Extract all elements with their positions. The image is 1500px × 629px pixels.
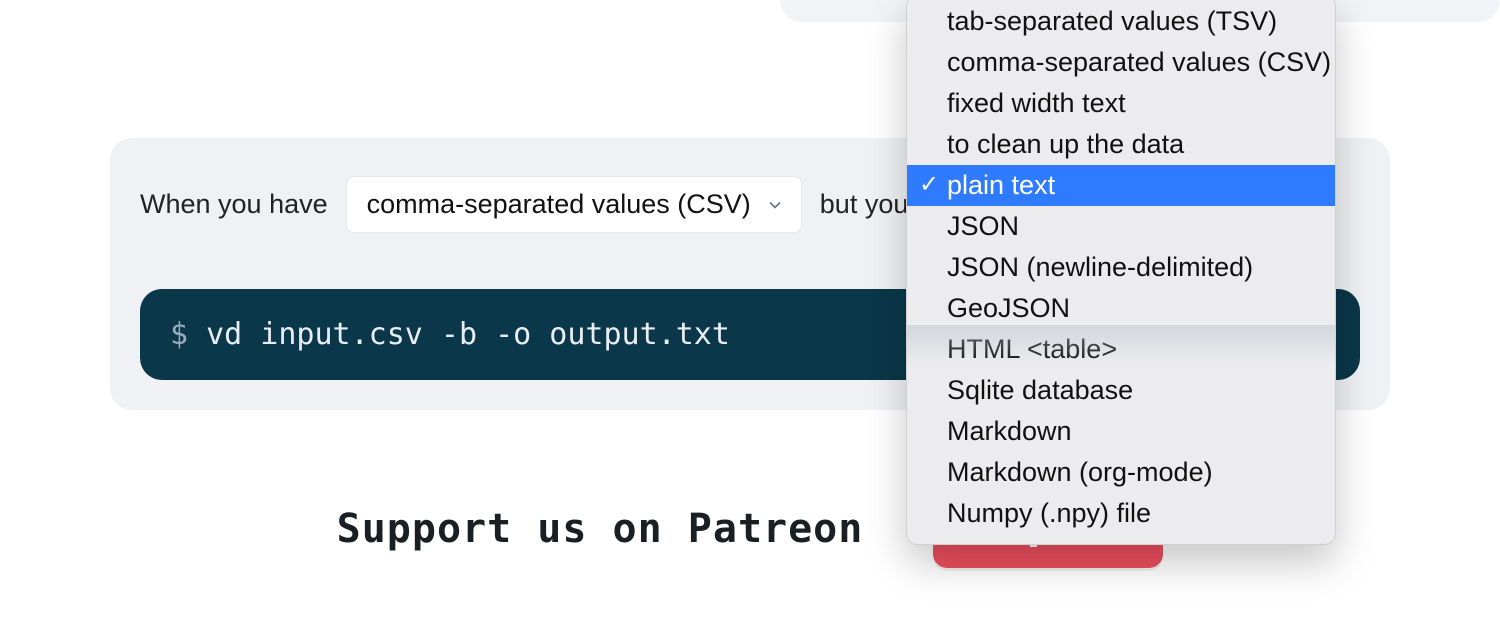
- patreon-heading: Support us on Patreon: [337, 506, 864, 552]
- shell-prompt: $: [170, 317, 188, 352]
- target-option[interactable]: fixed width text: [907, 83, 1335, 124]
- target-option[interactable]: comma-separated values (CSV): [907, 42, 1335, 83]
- target-option[interactable]: Markdown (org-mode): [907, 452, 1335, 493]
- target-option[interactable]: tab-separated values (TSV): [907, 1, 1335, 42]
- source-format-value: comma-separated values (CSV): [367, 189, 751, 220]
- target-option[interactable]: plain text: [907, 165, 1335, 206]
- target-option[interactable]: GeoJSON: [907, 288, 1335, 329]
- target-option[interactable]: Sqlite database: [907, 370, 1335, 411]
- target-option[interactable]: JSON: [907, 206, 1335, 247]
- target-option[interactable]: Numpy (.npy) file: [907, 493, 1335, 534]
- target-option[interactable]: to clean up the data: [907, 124, 1335, 165]
- command-text[interactable]: vd input.csv -b -o output.txt: [188, 317, 730, 352]
- source-format-dropdown[interactable]: comma-separated values (CSV): [346, 176, 802, 233]
- target-option[interactable]: JSON (newline-delimited): [907, 247, 1335, 288]
- target-format-popup[interactable]: tab-separated values (TSV)comma-separate…: [906, 0, 1336, 545]
- chevron-down-icon: [765, 195, 785, 215]
- target-option[interactable]: HTML <table>: [907, 329, 1335, 370]
- sentence-prefix: When you have: [140, 189, 328, 220]
- target-option[interactable]: Markdown: [907, 411, 1335, 452]
